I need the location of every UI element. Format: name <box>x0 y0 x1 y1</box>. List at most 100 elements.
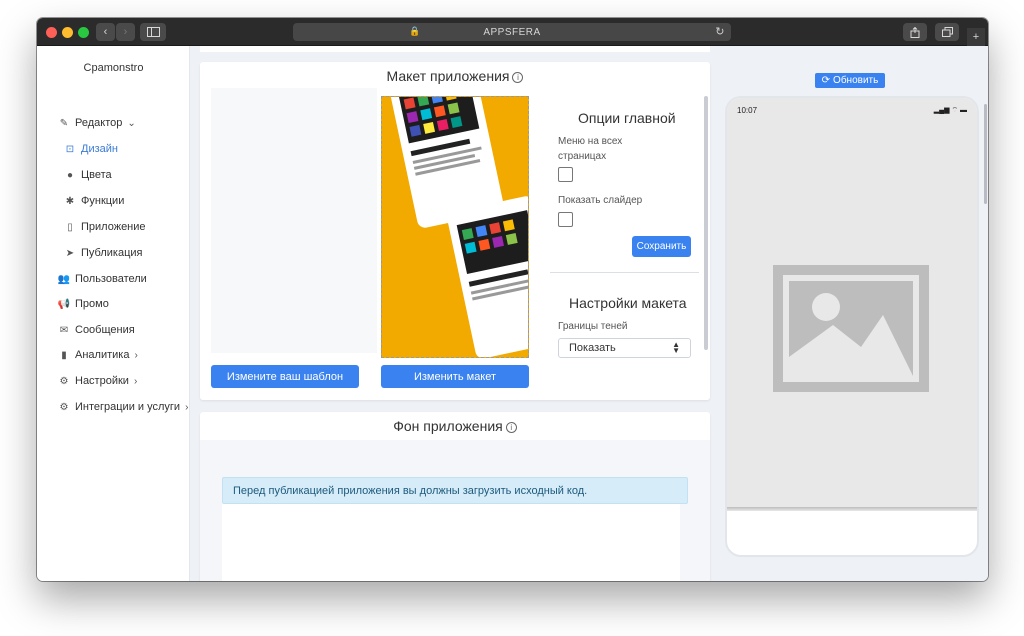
browser-titlebar: ‹ › 🔒 APPSFERA ↻ + <box>37 18 988 46</box>
phone-tabbar-shadow <box>727 507 977 511</box>
paper-plane-icon: ➤ <box>65 247 75 259</box>
sidebar-item-messages[interactable]: ✉ Сообщения <box>57 322 135 338</box>
layout-settings-title: Настройки макета <box>569 295 687 311</box>
chevron-down-icon: ⌄ <box>127 117 136 129</box>
reload-icon[interactable]: ↻ <box>715 25 725 38</box>
phone-status-icons: ▂▄▆ ⌔ ▬ <box>933 107 967 114</box>
sidebar-item-integrations[interactable]: ⚙ Интеграции и услуги › <box>57 399 189 415</box>
sidebar-item-settings[interactable]: ⚙ Настройки › <box>57 373 138 389</box>
template-preview-empty <box>211 88 377 353</box>
palette-icon: ● <box>66 169 74 181</box>
design-icon: ⊡ <box>65 143 75 155</box>
layout-preview-image[interactable] <box>381 96 529 358</box>
pencil-icon: ✎ <box>59 117 69 129</box>
sidebar-item-editor[interactable]: ✎ Редактор ⌄ <box>57 115 136 131</box>
show-slider-checkbox[interactable] <box>558 212 573 227</box>
save-button[interactable]: Сохранить <box>632 236 691 257</box>
sidebar-item-label: Функции <box>81 195 125 207</box>
refresh-label: Обновить <box>833 75 879 86</box>
maximize-window-button[interactable] <box>78 27 89 38</box>
info-icon[interactable]: i <box>505 422 517 433</box>
brand-name: Cpamonstro <box>83 62 144 74</box>
minimize-window-button[interactable] <box>62 27 73 38</box>
sidebar-item-label: Настройки <box>75 375 129 387</box>
change-template-button[interactable]: Измените ваш шаблон <box>211 365 359 388</box>
sidebar-item-label: Публикация <box>81 247 143 259</box>
sidebar-icon <box>146 27 160 37</box>
new-tab-button[interactable]: + <box>967 28 985 46</box>
phone-screen: 10:07 ▂▄▆ ⌔ ▬ <box>727 98 977 511</box>
settings-icon: ⚙ <box>59 375 69 387</box>
plus-icon: + <box>972 31 980 43</box>
address-text: APPSFERA <box>483 26 541 38</box>
page-scrollbar[interactable] <box>984 104 987 204</box>
mobile-icon: ▯ <box>67 221 73 233</box>
tabs-overview-button[interactable] <box>935 23 959 41</box>
sidebar-item-publication[interactable]: ➤ Публикация <box>63 245 143 261</box>
sidebar-item-label: Интеграции и услуги <box>75 401 181 413</box>
chevron-left-icon: ‹ <box>103 26 108 38</box>
sidebar-item-label: Приложение <box>81 221 146 233</box>
refresh-button[interactable]: ⟳ Обновить <box>815 73 885 88</box>
sidebar: Cpamonstro ✎ Редактор ⌄ ⊡ Дизайн ● Цвета… <box>37 46 190 581</box>
background-content-area <box>222 495 680 581</box>
close-window-button[interactable] <box>46 27 57 38</box>
sidebar-item-app[interactable]: ▯ Приложение <box>63 219 146 235</box>
menu-all-pages-checkbox[interactable] <box>558 167 573 182</box>
phone-frame: 10:07 ▂▄▆ ⌔ ▬ <box>725 96 979 557</box>
chevron-right-icon: › <box>123 26 128 38</box>
sidebar-item-label: Редактор <box>75 117 123 129</box>
tabs-icon <box>941 27 953 37</box>
sidebar-item-label: Сообщения <box>75 324 135 336</box>
chevron-right-icon: › <box>133 375 138 387</box>
sidebar-toggle-button[interactable] <box>140 23 166 41</box>
sidebar-item-functions[interactable]: ✱ Функции <box>63 193 125 209</box>
sidebar-item-label: Дизайн <box>81 143 118 155</box>
options-scrollbar[interactable] <box>704 96 708 350</box>
sidebar-item-users[interactable]: 👥 Пользователи <box>57 271 147 287</box>
sidebar-item-promo[interactable]: 📢 Промо <box>57 296 109 312</box>
share-icon <box>910 26 920 38</box>
back-button[interactable]: ‹ <box>96 23 115 41</box>
editor-main: Макет приложения i Измените ваш шаблон И… <box>190 46 717 581</box>
address-bar[interactable]: 🔒 APPSFERA ↻ <box>293 23 731 41</box>
sidebar-item-label: Аналитика <box>75 349 130 361</box>
shadow-borders-value: Показать <box>569 342 616 354</box>
layout-card: Макет приложения i Измените ваш шаблон И… <box>200 62 710 400</box>
chevron-right-icon: › <box>185 401 189 413</box>
bar-chart-icon: ▮ <box>61 349 67 361</box>
refresh-icon: ⟳ <box>821 75 831 86</box>
menu-all-pages-label: Меню на всех страницах <box>558 136 623 162</box>
layout-card-title: Макет приложения i <box>200 68 710 84</box>
phone-preview-panel: ⟳ Обновить 10:07 ▂▄▆ ⌔ ▬ <box>717 46 988 581</box>
sidebar-item-analytics[interactable]: ▮ Аналитика › <box>57 347 138 363</box>
share-button[interactable] <box>903 23 927 41</box>
cogs-icon: ⚙ <box>59 401 69 413</box>
sidebar-item-label: Промо <box>75 298 109 310</box>
options-divider <box>550 272 699 273</box>
lock-icon: 🔒 <box>409 26 421 36</box>
main-options-title: Опции главной <box>578 110 676 126</box>
sidebar-item-design[interactable]: ⊡ Дизайн <box>63 141 118 157</box>
chevron-right-icon: › <box>134 349 138 361</box>
change-layout-button[interactable]: Изменить макет <box>381 365 529 388</box>
sidebar-item-label: Пользователи <box>75 273 147 285</box>
layout-card-title-text: Макет приложения <box>386 68 510 84</box>
show-slider-label: Показать слайдер <box>558 195 643 206</box>
browser-window: ‹ › 🔒 APPSFERA ↻ + Cpamonstro ✎ Редактор… <box>37 18 988 581</box>
select-arrows-icon: ▲ ▼ <box>672 340 680 355</box>
phone-time: 10:07 <box>737 106 758 115</box>
info-icon[interactable]: i <box>512 72 524 83</box>
top-strip <box>200 46 710 52</box>
envelope-icon: ✉ <box>59 324 69 336</box>
puzzle-icon: ✱ <box>65 195 75 207</box>
shadow-borders-select[interactable]: Показать ▲ ▼ <box>558 338 691 358</box>
megaphone-icon: 📢 <box>57 298 71 310</box>
sidebar-item-colors[interactable]: ● Цвета <box>63 167 112 183</box>
forward-button[interactable]: › <box>116 23 135 41</box>
shadow-borders-label: Границы теней <box>558 321 628 332</box>
app-screenshot-illustration <box>382 97 528 357</box>
source-code-alert: Перед публикацией приложения вы должны з… <box>222 477 688 504</box>
background-card-body <box>200 440 710 581</box>
users-icon: 👥 <box>57 273 71 285</box>
